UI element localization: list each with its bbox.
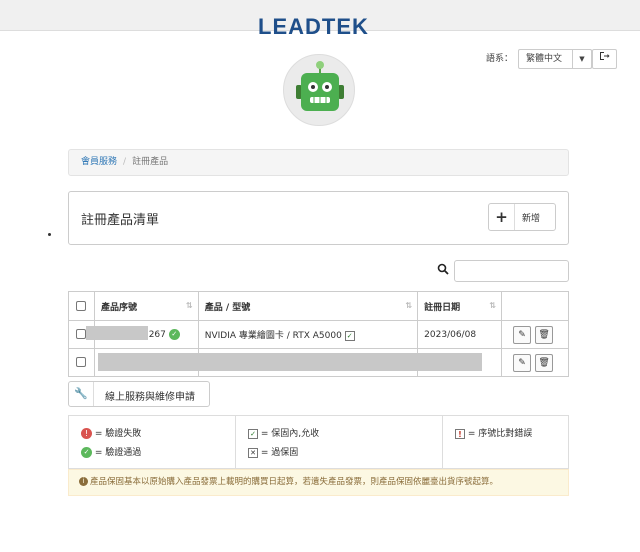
breadcrumb-link-member[interactable]: 會員服務 xyxy=(81,157,117,167)
x-box-icon: ✕ xyxy=(248,447,258,458)
actions-cell: ✎ 🗑 xyxy=(501,348,569,377)
delete-icon[interactable]: 🗑 xyxy=(535,325,554,344)
exclamation-box-icon: ! xyxy=(455,428,465,439)
check-circle-icon: ✓ xyxy=(81,447,92,458)
header-actions xyxy=(501,291,569,321)
bullet-dot xyxy=(48,233,51,236)
search-icon xyxy=(437,263,449,275)
search-input[interactable] xyxy=(454,260,569,282)
wrench-icon: 🔧 xyxy=(69,382,94,406)
language-value: 繁體中文 xyxy=(526,54,563,64)
sort-icon: ⇅ xyxy=(489,301,497,310)
caret-down-icon[interactable]: ▼ xyxy=(572,49,592,69)
plus-icon: + xyxy=(489,204,515,230)
page-title: 註冊產品清單 xyxy=(81,213,160,228)
add-button-label: 新增 xyxy=(522,214,541,224)
legend-item: ! = 驗證失敗 xyxy=(81,426,141,439)
header-product[interactable]: 產品 / 型號 ⇅ xyxy=(197,291,419,321)
redacted-serial xyxy=(86,326,148,340)
row-checkbox[interactable] xyxy=(76,329,87,340)
sort-icon: ⇅ xyxy=(405,301,413,310)
legend-item: ! = 序號比對錯誤 xyxy=(455,426,532,439)
info-icon: i xyxy=(79,477,88,486)
add-product-button[interactable]: + 新增 xyxy=(488,203,556,231)
edit-icon[interactable]: ✎ xyxy=(513,325,532,344)
breadcrumb-current: 註冊產品 xyxy=(132,157,169,167)
edit-icon[interactable]: ✎ xyxy=(513,353,532,372)
legend-item: ✓ = 驗證通過 xyxy=(81,445,141,458)
product-cell: NVIDIA 專業繪圖卡 / RTX A5000 ✓ xyxy=(197,320,419,349)
legend-item: ✓ = 保固內,允收 xyxy=(248,426,319,439)
row-checkbox[interactable] xyxy=(76,357,87,368)
status-legend: ! = 驗證失敗 ✓ = 驗證通過 ✓ = 保固內,允收 ✕ = 過保固 ! =… xyxy=(68,415,569,469)
redacted-row xyxy=(98,353,482,371)
error-circle-icon: ! xyxy=(81,428,92,439)
breadcrumb: 會員服務 / 註冊產品 xyxy=(68,149,569,176)
online-service-button[interactable]: 🔧 線上服務與維修申請 xyxy=(68,381,210,407)
delete-icon[interactable]: 🗑 xyxy=(535,353,554,372)
service-button-label: 線上服務與維修申請 xyxy=(105,392,195,403)
logo-text: LEADTEK xyxy=(258,14,369,39)
robot-avatar xyxy=(283,54,355,126)
check-box-icon: ✓ xyxy=(248,428,258,439)
warranty-notice: i 產品保固基本以原始購入產品發票上載明的購買日起算，若遺失產品發票，則產品保固依… xyxy=(68,469,569,496)
header-serial[interactable]: 產品序號 ⇅ xyxy=(93,291,199,321)
date-cell: 2023/06/08 xyxy=(417,320,503,349)
product-list-panel: 註冊產品清單 + 新增 xyxy=(68,191,569,245)
check-circle-icon: ✓ xyxy=(168,329,180,340)
legend-item: ✕ = 過保固 xyxy=(248,445,298,458)
logo: LEADTEK xyxy=(0,0,640,40)
check-box-icon: ✓ xyxy=(344,330,355,341)
sort-icon: ⇅ xyxy=(186,301,193,310)
sign-out-icon[interactable] xyxy=(592,49,617,69)
actions-cell: ✎ 🗑 xyxy=(501,320,569,349)
select-all-checkbox[interactable] xyxy=(76,300,87,311)
language-label: 語系： xyxy=(486,54,514,64)
table-header-row: 產品序號 ⇅ 產品 / 型號 ⇅ 註冊日期 ⇅ xyxy=(68,291,569,321)
header-date[interactable]: 註冊日期 ⇅ xyxy=(417,291,503,321)
